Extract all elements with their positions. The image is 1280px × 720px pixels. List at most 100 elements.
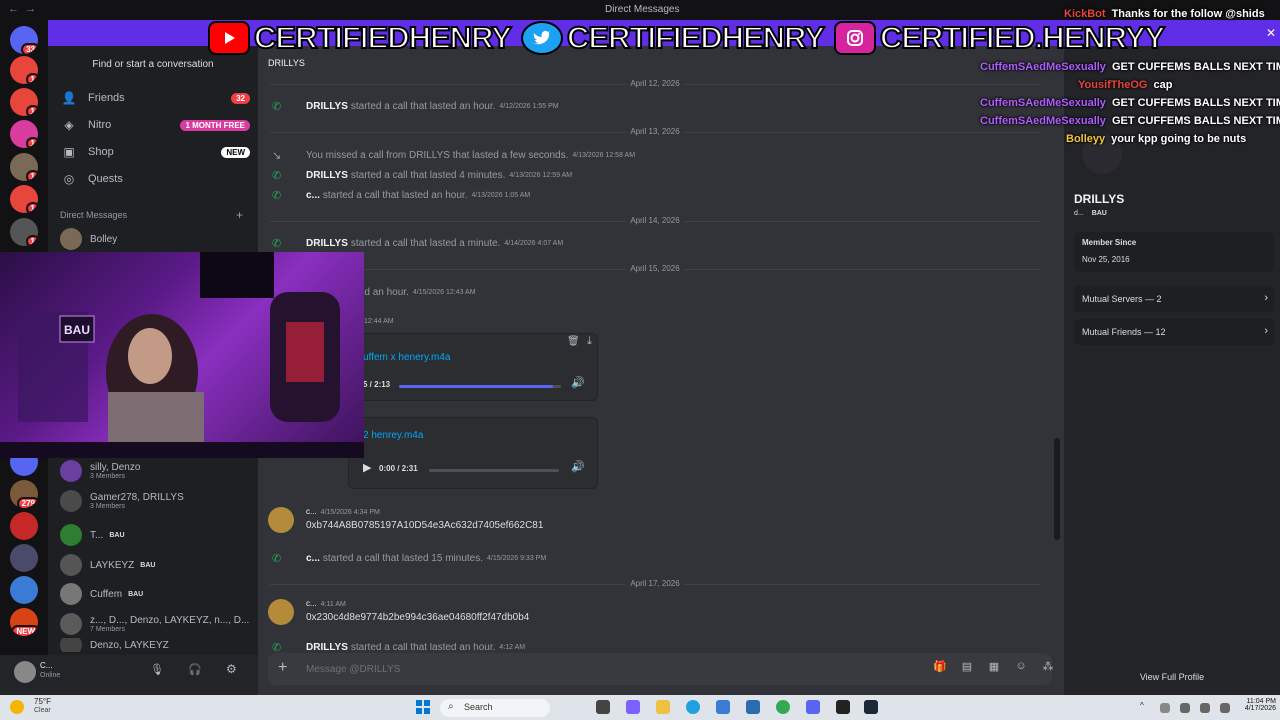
add-attachment-button[interactable]: + (278, 659, 287, 677)
obs-icon[interactable] (836, 700, 850, 714)
avatar (60, 613, 82, 635)
app-icon[interactable] (746, 700, 760, 714)
twitter-icon (520, 21, 563, 55)
store-icon[interactable] (716, 700, 730, 714)
server-icon[interactable]: 1 (10, 88, 38, 116)
server-icon[interactable]: 279 (10, 480, 38, 508)
server-icon[interactable]: 1 (10, 153, 38, 181)
date-divider: April 14, 2026 (258, 216, 1052, 225)
message-input[interactable] (306, 659, 866, 679)
stream-chat-text: GET CUFFEMS BALLS NEXT TIME (1111, 97, 1280, 109)
copilot-icon[interactable] (626, 700, 640, 714)
server-icon[interactable]: 1 (10, 56, 38, 84)
play-icon[interactable]: ▶ (363, 461, 371, 474)
dm-item[interactable]: Denzo, LAYKEYZ (56, 638, 250, 652)
volume-icon[interactable]: 🔊 (571, 460, 585, 473)
quests-icon: ◎ (63, 172, 75, 186)
call-log-item: ✆ c... started a call that lasted 15 minut… (272, 553, 547, 565)
emoji-icon[interactable]: ☺ (1013, 660, 1029, 676)
avatar[interactable] (14, 661, 36, 683)
server-icon[interactable] (10, 544, 38, 572)
audio-attachment[interactable]: 2 henrey.m4a ▶ 0:00 / 2:31 🔊 (348, 417, 598, 489)
friends-badge: 32 (231, 92, 250, 104)
discord-icon[interactable] (806, 700, 820, 714)
nitro-icon: ◈ (64, 118, 74, 132)
phone-icon: ✆ (272, 553, 282, 565)
sidebar-item-quests[interactable]: ◎ Quests (56, 168, 250, 190)
audio-filename[interactable]: 2 henrey.m4a (363, 430, 423, 441)
server-badge: 1 (25, 170, 38, 181)
dm-item[interactable]: LAYKEYZ BAU (56, 551, 250, 579)
avatar (60, 554, 82, 576)
audio-progress[interactable] (399, 385, 561, 388)
stream-chat-user: CuffemSAedMeSexually (980, 61, 1106, 73)
profile-name: DRILLYS (1074, 192, 1125, 206)
message-author[interactable]: c... (306, 507, 317, 516)
dm-item[interactable]: Gamer278, DRILLYS 3 Members (56, 487, 250, 515)
sidebar-item-shop[interactable]: ▣ Shop NEW (56, 141, 250, 163)
call-log-item: ✆ DRILLYS started a call that lasted an ho… (272, 643, 525, 651)
wifi-icon[interactable] (1180, 703, 1190, 713)
audio-filename[interactable]: uffem x henery.m4a (363, 352, 450, 363)
message-author[interactable]: c... (306, 599, 317, 608)
sidebar-item-friends[interactable]: 👤 Friends 32 (56, 87, 250, 109)
apps-icon[interactable]: ⁂ (1040, 660, 1056, 676)
back-forward-nav[interactable]: ← → (8, 3, 36, 15)
scrollbar[interactable] (1054, 438, 1060, 540)
server-icon[interactable] (10, 576, 38, 604)
dm-item[interactable]: z..., D..., Denzo, LAYKEYZ, n..., D... 7 … (56, 610, 250, 638)
task-view-icon[interactable] (596, 700, 610, 714)
audio-attachment[interactable]: 🗑 ⤓ uffem x henery.m4a 5 / 2:13 🔊 (348, 333, 598, 401)
avatar (60, 490, 82, 512)
server-icon[interactable]: 33 (10, 26, 38, 54)
message-text: 0x230c4d8e9774b2be994c36ae04680ff2f47db0… (306, 612, 530, 623)
phone-icon: ✆ (272, 643, 282, 651)
taskbar-search[interactable]: ⌕ Search (440, 699, 550, 717)
dm-item[interactable]: Bolley (56, 225, 250, 253)
sticker-icon[interactable]: ▦ (986, 660, 1002, 676)
server-badge: 1 (25, 105, 38, 116)
dm-item[interactable]: Cuffem BAU (56, 580, 250, 608)
new-dm-button[interactable]: + (236, 208, 243, 222)
weather-icon[interactable] (10, 700, 24, 714)
gif-icon[interactable]: ▤ (959, 660, 975, 676)
volume-icon[interactable]: 🔊 (571, 376, 585, 389)
system-tray-chevron-icon[interactable]: ^ (1140, 701, 1144, 710)
server-badge: 33 (21, 43, 38, 54)
user-panel: C... Online 🎙 🎧 ⚙ (0, 655, 258, 695)
tray-app-icon[interactable] (1160, 703, 1170, 713)
battery-icon[interactable] (1220, 703, 1230, 713)
dm-item[interactable]: silly, Denzo 3 Members (56, 457, 250, 485)
weather-temp: 75°F (34, 697, 51, 706)
user-name: C... (40, 661, 53, 670)
download-icon[interactable]: ⤓ (587, 335, 592, 348)
steam-icon[interactable] (864, 700, 878, 714)
view-full-profile-button[interactable]: View Full Profile (1064, 672, 1280, 682)
message-timestamp: 4/15/2026 4:34 PM (320, 509, 380, 516)
clock[interactable]: 11:04 PM 4/17/2026 (1242, 698, 1276, 712)
avatar[interactable] (268, 507, 294, 533)
audio-progress[interactable] (429, 469, 559, 472)
file-explorer-icon[interactable] (656, 700, 670, 714)
gear-icon[interactable]: ⚙ (226, 662, 237, 676)
avatar[interactable] (268, 599, 294, 625)
dm-item[interactable]: T... BAU (56, 521, 250, 549)
server-tag: BAU (109, 531, 125, 539)
chrome-icon[interactable] (776, 700, 790, 714)
server-icon[interactable]: NEW (10, 608, 38, 636)
mutual-friends-button[interactable]: Mutual Friends — 12 › (1074, 319, 1274, 345)
server-icon[interactable]: 1 (10, 120, 38, 148)
volume-icon[interactable] (1200, 703, 1210, 713)
edge-icon[interactable] (686, 700, 700, 714)
server-icon[interactable]: 1 (10, 185, 38, 213)
trash-icon[interactable]: 🗑 (567, 336, 580, 347)
microphone-icon[interactable]: 🎙 (150, 663, 164, 676)
mutual-servers-button[interactable]: Mutual Servers — 2 › (1074, 286, 1274, 312)
windows-start-icon[interactable] (416, 700, 430, 714)
gift-icon[interactable]: 🎁 (932, 660, 948, 676)
sidebar-item-nitro[interactable]: ◈ Nitro 1 MONTH FREE (56, 114, 250, 136)
server-icon[interactable] (10, 512, 38, 540)
server-badge: 1 (25, 235, 38, 246)
server-icon[interactable]: 1 (10, 218, 38, 246)
headphones-icon[interactable]: 🎧 (188, 663, 202, 676)
